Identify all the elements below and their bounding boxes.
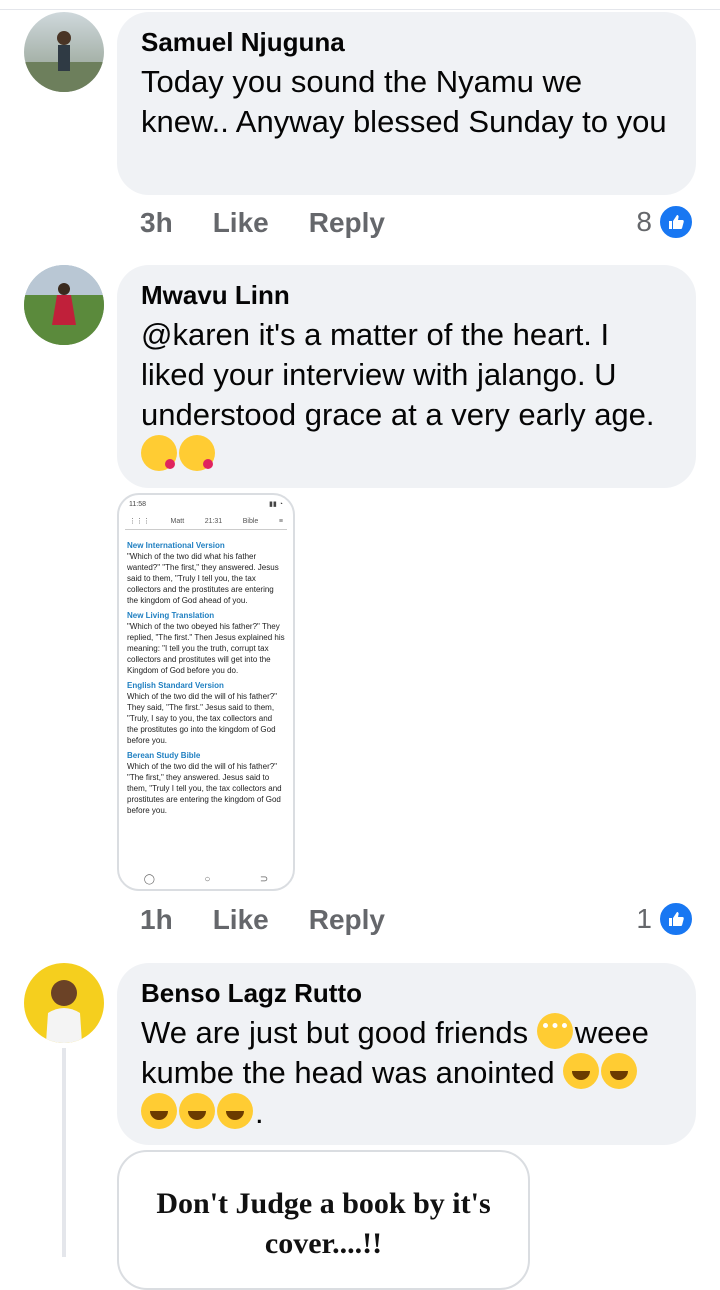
version-name: English Standard Version: [127, 681, 224, 690]
like-count: 1: [636, 903, 652, 934]
rolling-laughing-emoji-icon: [217, 1093, 253, 1129]
comment-time[interactable]: 1h: [140, 904, 173, 936]
like-button[interactable]: Like: [213, 904, 269, 936]
verse-text: "Which of the two did what his father wa…: [127, 552, 279, 605]
comment-author[interactable]: Benso Lagz Rutto: [141, 977, 672, 1009]
tab-ref: 21:31: [204, 517, 223, 525]
phone-nav-bar: ◯ ○ ⊃: [119, 874, 293, 885]
avatar-samuel[interactable]: [24, 12, 104, 92]
back-icon: ⊃: [259, 874, 269, 885]
verse-list: New International Version "Which of the …: [119, 530, 293, 822]
attached-screenshot[interactable]: 11:58 ▮▮ ◔ ⋮⋮⋮ Matt 21:31 Bible ≡ New In…: [117, 493, 295, 891]
status-icons: ▮▮ ◔: [269, 500, 283, 508]
flushed-emoji-icon: [536, 1013, 573, 1049]
phone-status-bar: 11:58 ▮▮ ◔: [119, 495, 293, 513]
top-divider: [0, 9, 720, 10]
version-name: Berean Study Bible: [127, 751, 201, 760]
version-name: New International Version: [127, 541, 225, 550]
comment-text: Today you sound the Nyamu we knew.. Anyw…: [141, 64, 667, 139]
rolling-laughing-emoji-icon: [141, 1093, 177, 1129]
reply-button[interactable]: Reply: [309, 904, 385, 936]
comment-time[interactable]: 3h: [140, 207, 173, 239]
grid-icon: ⋮⋮⋮: [129, 517, 150, 525]
reaction-count[interactable]: 1: [636, 899, 694, 939]
avatar-image: [24, 31, 104, 92]
recents-icon: ◯: [143, 874, 155, 885]
reaction-count[interactable]: 8: [636, 202, 694, 242]
avatar-mwavu[interactable]: [24, 265, 104, 345]
reply-thread-line: [62, 1048, 66, 1257]
tab-book: Matt: [170, 517, 185, 525]
comment-author[interactable]: Samuel Njuguna: [141, 26, 672, 58]
kissing-heart-emoji-icon: [141, 435, 177, 471]
like-count: 8: [636, 206, 652, 237]
bible-app-toolbar: ⋮⋮⋮ Matt 21:31 Bible ≡: [125, 513, 287, 530]
menu-icon: ≡: [278, 517, 283, 525]
comment-text: @karen it's a matter of the heart. I lik…: [141, 315, 672, 475]
comment-text: We are just but good friends weee kumbe …: [141, 1013, 672, 1133]
rolling-laughing-emoji-icon: [179, 1093, 215, 1129]
comment-author[interactable]: Mwavu Linn: [141, 279, 672, 311]
comment-text-part: .: [255, 1095, 264, 1130]
comment-bubble: Samuel Njuguna Today you sound the Nyamu…: [117, 12, 696, 195]
version-name: New Living Translation: [127, 611, 215, 620]
verse-text: Which of the two did the will of his fat…: [127, 762, 282, 815]
rolling-laughing-emoji-icon: [601, 1053, 638, 1089]
tab-mode: Bible: [242, 517, 259, 525]
comment-actions: 3h Like Reply: [140, 203, 425, 243]
avatar-image: [46, 980, 82, 1043]
comment-text-part: We are just but good friends: [141, 1015, 537, 1050]
reply-button[interactable]: Reply: [309, 207, 385, 239]
verse-text: Which of the two did the will of his fat…: [127, 692, 278, 745]
home-icon: ○: [204, 874, 211, 885]
attached-image[interactable]: Don't Judge a book by it's cover....!!: [117, 1150, 530, 1290]
thumbs-up-icon: [658, 901, 694, 937]
comment-bubble: Mwavu Linn @karen it's a matter of the h…: [117, 265, 696, 488]
avatar-image: [24, 265, 104, 345]
status-time: 11:58: [129, 500, 146, 508]
verse-text: "Which of the two obeyed his father?" Th…: [127, 622, 285, 675]
image-caption: Don't Judge a book by it's cover....!!: [156, 1187, 491, 1260]
comment-actions: 1h Like Reply: [140, 900, 425, 940]
thumbs-up-icon: [658, 204, 694, 240]
avatar-benso[interactable]: [24, 963, 104, 1043]
comment-text-body: @karen it's a matter of the heart. I lik…: [141, 317, 655, 432]
rolling-laughing-emoji-icon: [563, 1053, 600, 1089]
comment-bubble: Benso Lagz Rutto We are just but good fr…: [117, 963, 696, 1145]
kissing-heart-emoji-icon: [179, 435, 215, 471]
like-button[interactable]: Like: [213, 207, 269, 239]
